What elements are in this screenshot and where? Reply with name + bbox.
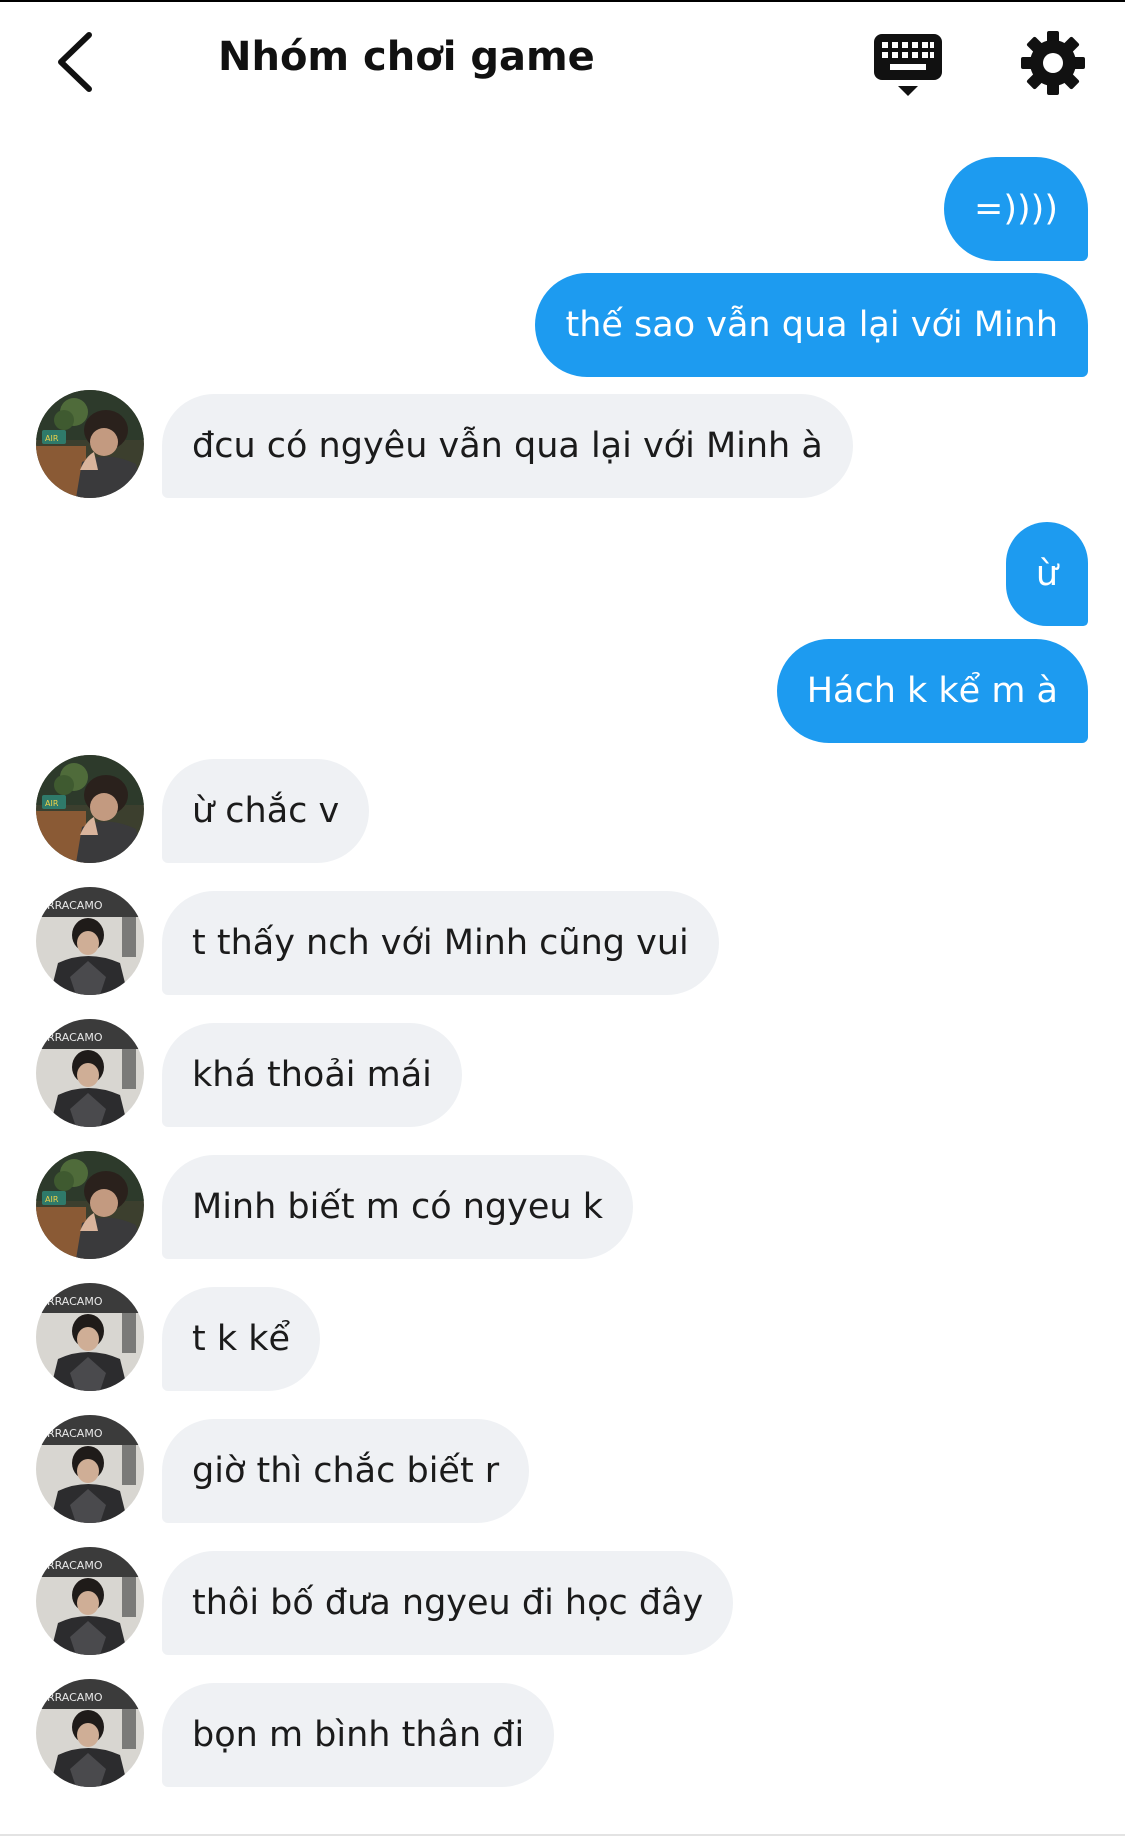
divider [0, 1834, 1125, 1836]
message-text: bọn m bình thân đi [192, 1715, 525, 1755]
chat-header: Nhóm chơi game [0, 0, 1125, 130]
message-text: Hách k kể m à [806, 671, 1058, 711]
message-bubble-incoming[interactable]: khá thoải mái [162, 1023, 462, 1127]
message-text: t thấy nch với Minh cũng vui [192, 923, 689, 963]
chevron-left-icon [58, 32, 92, 92]
message-text: =)))) [974, 189, 1058, 229]
message-bubble-outgoing[interactable]: thế sao vẫn qua lại với Minh [535, 273, 1088, 377]
avatar[interactable] [36, 1283, 144, 1391]
avatar[interactable] [36, 1679, 144, 1787]
message-bubble-incoming[interactable]: giờ thì chắc biết r [162, 1419, 530, 1523]
message-text: đcu có ngyêu vẫn qua lại với Minh à [192, 426, 823, 466]
gear-icon [1021, 31, 1085, 95]
back-button[interactable] [36, 22, 116, 102]
message-bubble-incoming[interactable]: ừ chắc v [162, 759, 370, 863]
avatar[interactable] [36, 887, 144, 995]
message-text: ừ chắc v [192, 791, 340, 831]
avatar[interactable] [36, 1415, 144, 1523]
avatar[interactable] [36, 755, 144, 863]
message-bubble-outgoing[interactable]: ừ [1005, 522, 1088, 626]
avatar[interactable] [36, 1547, 144, 1655]
message-bubble-incoming[interactable]: đcu có ngyêu vẫn qua lại với Minh à [162, 394, 853, 498]
message-text: thôi bố đưa ngyeu đi học đây [192, 1583, 704, 1623]
message-text: Minh biết m có ngyeu k [192, 1187, 603, 1227]
keyboard-icon [874, 34, 942, 96]
message-bubble-incoming[interactable]: t thấy nch với Minh cũng vui [162, 891, 719, 995]
message-text: khá thoải mái [192, 1055, 432, 1095]
message-bubble-incoming[interactable]: bọn m bình thân đi [162, 1683, 555, 1787]
message-text: giờ thì chắc biết r [192, 1451, 500, 1491]
message-bubble-outgoing[interactable]: =)))) [944, 157, 1088, 261]
message-bubble-incoming[interactable]: thôi bố đưa ngyeu đi học đây [162, 1551, 734, 1655]
avatar[interactable] [36, 1019, 144, 1127]
message-text: thế sao vẫn qua lại với Minh [565, 305, 1058, 345]
settings-button[interactable] [1018, 28, 1088, 98]
message-text: t k kể [192, 1319, 291, 1359]
avatar[interactable] [36, 390, 144, 498]
avatar[interactable] [36, 1151, 144, 1259]
message-text: ừ [1035, 554, 1058, 594]
chat-title: Nhóm chơi game [218, 34, 595, 80]
message-bubble-outgoing[interactable]: Hách k kể m à [776, 639, 1088, 743]
keyboard-button[interactable] [872, 30, 944, 100]
message-bubble-incoming[interactable]: t k kể [162, 1287, 321, 1391]
message-bubble-incoming[interactable]: Minh biết m có ngyeu k [162, 1155, 633, 1259]
